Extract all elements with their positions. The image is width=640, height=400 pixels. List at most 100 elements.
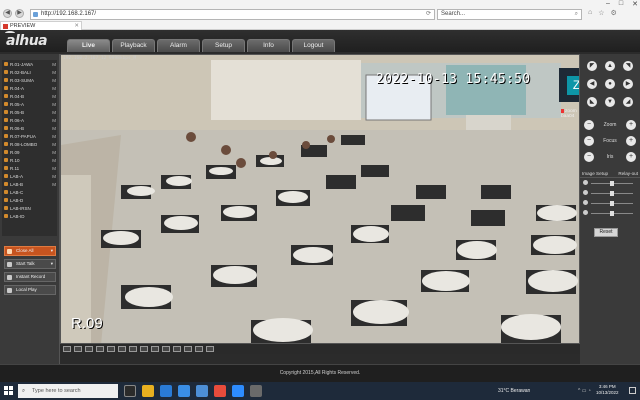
forward-button[interactable]: ▶ <box>15 9 24 18</box>
ptz-center-button[interactable]: ● <box>605 79 615 89</box>
pan-up-right-button[interactable]: ◥ <box>623 61 633 71</box>
slider-knob[interactable] <box>610 201 614 206</box>
browser-search-input[interactable]: Search... ⌕ <box>437 9 582 20</box>
camera-stream-tag[interactable]: M <box>52 70 56 75</box>
camera-list-item[interactable]: R.01-JAWA M <box>2 60 57 68</box>
pan-right-button[interactable]: ▶ <box>623 79 633 89</box>
stream-quality-icon[interactable] <box>184 346 192 352</box>
contrast-slider[interactable] <box>580 188 640 198</box>
camera-stream-tag[interactable]: M <box>52 150 56 155</box>
pan-left-button[interactable]: ◀ <box>587 79 597 89</box>
camera-stream-tag[interactable]: M <box>52 110 56 115</box>
favorites-icon[interactable]: ☆ <box>598 9 604 17</box>
address-bar[interactable]: http://192.168.2.167/ ⟳ <box>30 9 435 20</box>
camera-list-item[interactable]: R.08-LOMBO M <box>2 140 57 148</box>
four-view-icon[interactable] <box>74 346 82 352</box>
sixteen-view-icon[interactable] <box>96 346 104 352</box>
slider-knob[interactable] <box>610 181 614 186</box>
play-icon[interactable] <box>195 346 203 352</box>
camera-list-item[interactable]: R.02-BALI M <box>2 68 57 76</box>
camera-list-item[interactable]: R.10 M <box>2 156 57 164</box>
internet-explorer-icon[interactable] <box>196 385 208 397</box>
pan-down-right-button[interactable]: ◢ <box>623 97 633 107</box>
close-all-button[interactable]: Close All ▾ <box>4 246 56 256</box>
camera-list-item[interactable]: R.03-SUMA M <box>2 76 57 84</box>
back-button[interactable]: ◀ <box>3 9 12 18</box>
pan-down-left-button[interactable]: ◣ <box>587 97 597 107</box>
record-icon[interactable] <box>140 346 148 352</box>
camera-stream-tag[interactable]: M <box>52 126 56 131</box>
tab-close-icon[interactable]: ✕ <box>74 22 79 30</box>
store-icon[interactable] <box>178 385 190 397</box>
camera-list-item[interactable]: LAB-A M <box>2 172 57 180</box>
camera-list-item[interactable]: R.04-B M <box>2 92 57 100</box>
camera-list-item[interactable]: R.09 M <box>2 148 57 156</box>
edge-icon[interactable] <box>160 385 172 397</box>
reset-button[interactable]: Reset <box>594 228 618 237</box>
camera-stream-tag[interactable]: M <box>52 174 56 179</box>
taskbar-search-input[interactable]: ⌕ Type here to search <box>18 384 118 398</box>
file-explorer-icon[interactable] <box>142 385 154 397</box>
camera-list[interactable]: R.01-JAWA M R.02-BALI M R.03-SUMA M R.04-A M R.0… <box>2 60 57 236</box>
browser-tab[interactable]: PREVIEW ✕ <box>0 21 82 30</box>
camera-stream-tag[interactable]: M <box>52 118 56 123</box>
weather-widget[interactable]: 31°C Berawan <box>498 382 530 400</box>
snapshot-icon[interactable] <box>129 346 137 352</box>
zoom-in-button[interactable]: + <box>626 120 636 130</box>
camera-stream-tag[interactable]: M <box>52 62 56 67</box>
local-play-button[interactable]: Local Play <box>4 285 56 295</box>
zoom-digital-icon[interactable] <box>162 346 170 352</box>
tab-image-setup[interactable]: Image Setup <box>582 170 608 177</box>
camera-stream-tag[interactable]: M <box>52 102 56 107</box>
slider-knob[interactable] <box>610 191 614 196</box>
camera-list-item[interactable]: LAB-B M <box>2 180 57 188</box>
tab-relay-out[interactable]: Relay-out <box>618 170 638 177</box>
camera-list-item[interactable]: LAB-ID <box>2 212 57 220</box>
search-icon[interactable]: ⌕ <box>575 10 578 19</box>
tab-info[interactable]: Info <box>247 39 290 52</box>
one-view-icon[interactable] <box>63 346 71 352</box>
camera-list-item[interactable]: LAB-C <box>2 188 57 196</box>
notification-icon[interactable] <box>629 387 636 394</box>
chevron-down-icon[interactable]: ▾ <box>51 260 53 268</box>
aspect-ratio-icon[interactable] <box>118 346 126 352</box>
minimize-icon[interactable]: – <box>606 0 610 8</box>
camera-stream-tag[interactable]: M <box>52 182 56 187</box>
camera-stream-tag[interactable]: M <box>52 94 56 99</box>
iris-open-button[interactable]: + <box>626 152 636 162</box>
pan-up-left-button[interactable]: ◤ <box>587 61 597 71</box>
pan-up-button[interactable]: ▲ <box>605 61 615 71</box>
close-icon[interactable]: ✕ <box>632 0 638 8</box>
camera-stream-tag[interactable]: M <box>52 142 56 147</box>
iris-close-button[interactable]: − <box>584 152 594 162</box>
camera-list-item[interactable]: R.06-B M <box>2 124 57 132</box>
chevron-down-icon[interactable]: ▾ <box>51 247 53 255</box>
taskbar-clock[interactable]: 3:46 PM 10/13/2022 <box>596 384 619 396</box>
camera-stream-tag[interactable]: M <box>52 166 56 171</box>
saturation-slider[interactable] <box>580 198 640 208</box>
camera-list-item[interactable]: R.04-A M <box>2 84 57 92</box>
camera-stream-tag[interactable]: M <box>52 86 56 91</box>
tab-logout[interactable]: Logout <box>292 39 335 52</box>
fullscreen-icon[interactable] <box>107 346 115 352</box>
home-icon[interactable]: ⌂ <box>588 9 592 17</box>
zoom-participant-card[interactable]: Z <box>559 68 579 102</box>
tab-alarm[interactable]: Alarm <box>157 39 200 52</box>
camera-list-item[interactable]: R.05-B M <box>2 108 57 116</box>
chrome-icon[interactable] <box>214 385 226 397</box>
windows-start-icon[interactable] <box>4 386 13 395</box>
start-talk-button[interactable]: Start Talk ▾ <box>4 259 56 269</box>
brightness-slider[interactable] <box>580 178 640 188</box>
stop-icon[interactable] <box>206 346 214 352</box>
slider-knob[interactable] <box>610 211 614 216</box>
camera-list-item[interactable]: LAB-D <box>2 196 57 204</box>
hue-slider[interactable] <box>580 208 640 218</box>
fluency-icon[interactable] <box>173 346 181 352</box>
task-view-icon[interactable] <box>124 385 136 397</box>
tab-live[interactable]: Live <box>67 39 110 52</box>
app-icon[interactable] <box>250 385 262 397</box>
refresh-icon[interactable]: ⟳ <box>426 10 431 19</box>
camera-stream-tag[interactable]: M <box>52 134 56 139</box>
focus-far-button[interactable]: + <box>626 136 636 146</box>
camera-list-item[interactable]: LAB-IRSN <box>2 204 57 212</box>
